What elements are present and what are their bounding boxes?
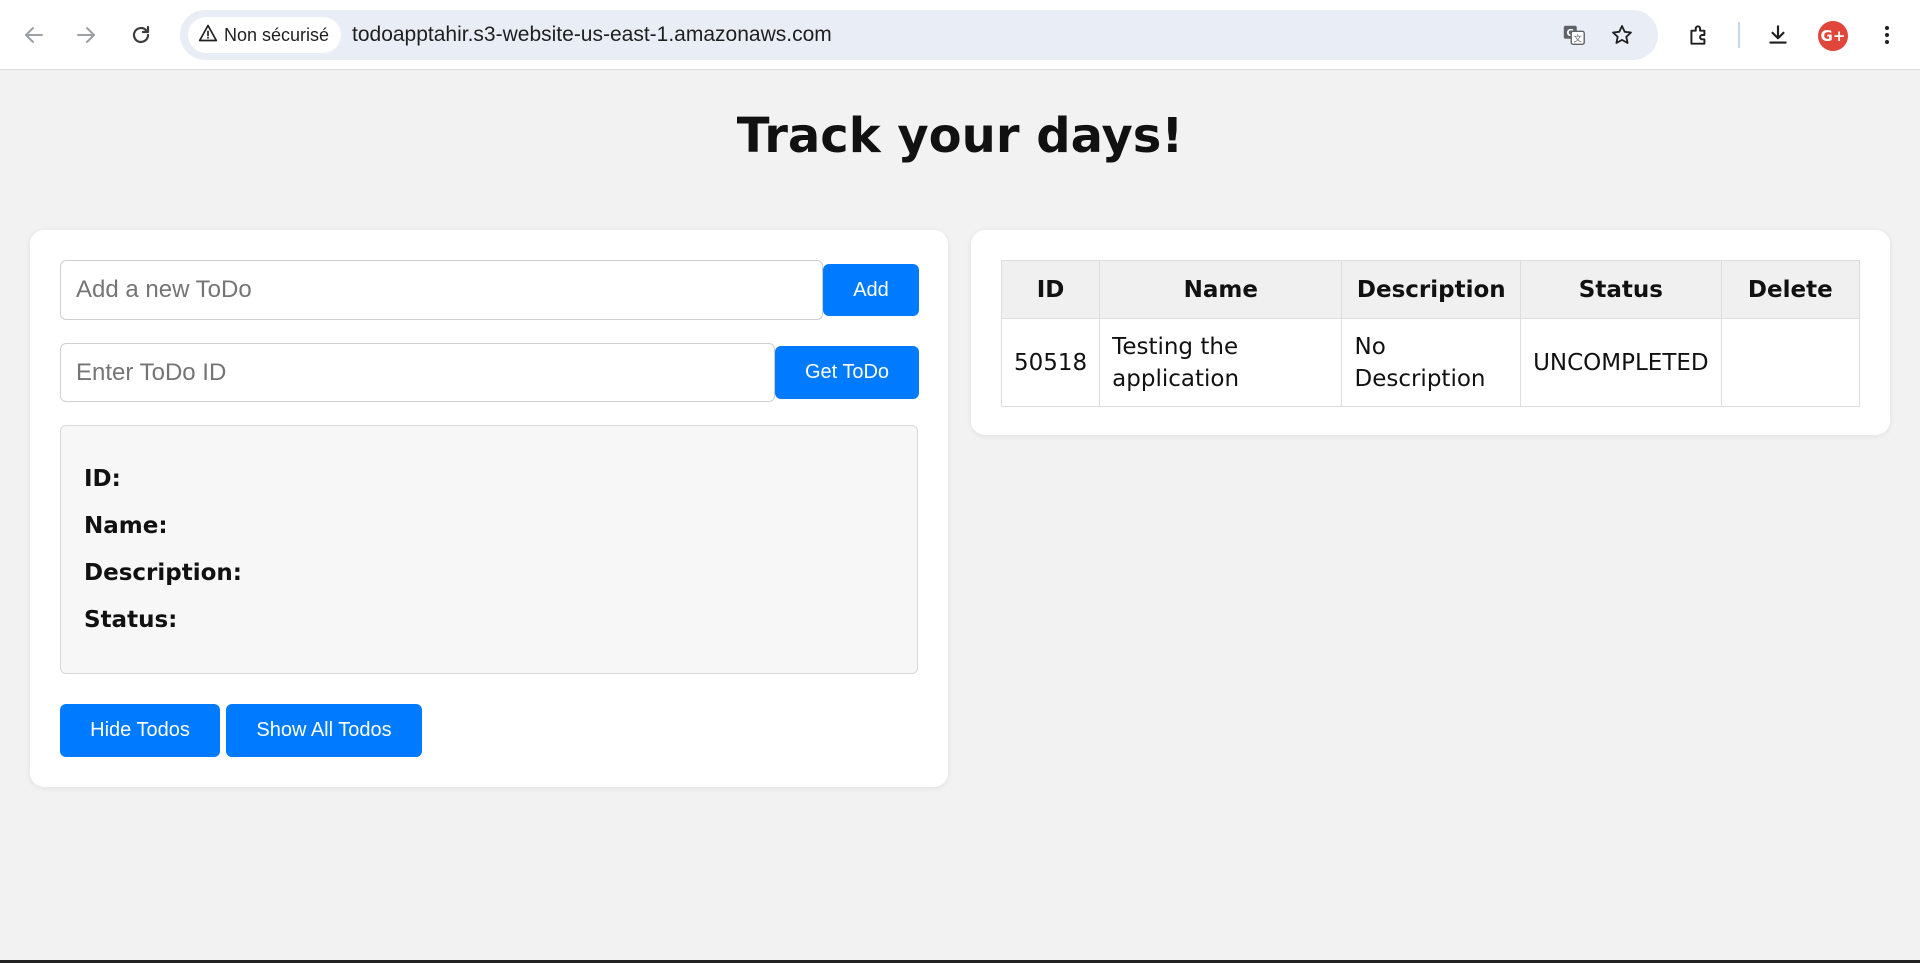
translate-icon[interactable]: G文 bbox=[1560, 21, 1588, 49]
todo-details-panel: ID: Name: Description: Status: bbox=[60, 425, 918, 674]
back-arrow-icon[interactable] bbox=[14, 15, 54, 55]
get-todo-button[interactable]: Get ToDo bbox=[775, 346, 919, 399]
reload-icon[interactable] bbox=[121, 15, 161, 55]
show-all-todos-button[interactable]: Show All Todos bbox=[226, 704, 422, 757]
security-label: Non sécurisé bbox=[224, 24, 330, 45]
kebab-menu-icon[interactable] bbox=[1870, 18, 1904, 52]
new-todo-input[interactable] bbox=[60, 260, 823, 320]
header-status: Status bbox=[1520, 260, 1722, 319]
profile-avatar[interactable]: G+ bbox=[1818, 21, 1848, 51]
page-title: Track your days! bbox=[736, 108, 1184, 164]
header-id: ID bbox=[1000, 260, 1101, 319]
cell-status: UNCOMPLETED bbox=[1520, 318, 1722, 407]
todo-controls-card: Add Get ToDo ID: Name: Description: Stat… bbox=[30, 230, 948, 787]
table-row: 50518 Testing the application No Descrip… bbox=[1000, 318, 1861, 407]
todo-list-card: ID Name Description Status Delete 50518 … bbox=[971, 230, 1890, 435]
todo-id-input[interactable] bbox=[60, 343, 775, 402]
toolbar-divider bbox=[1738, 22, 1740, 48]
warning-triangle-icon bbox=[198, 23, 218, 48]
header-delete: Delete bbox=[1720, 260, 1861, 319]
add-button[interactable]: Add bbox=[823, 264, 919, 316]
browser-toolbar: Non sécurisé todoapptahir.s3-website-us-… bbox=[0, 0, 1920, 70]
svg-text:文: 文 bbox=[1574, 34, 1583, 44]
detail-name-label: Name: bbox=[84, 513, 168, 539]
cell-description: No Description bbox=[1341, 318, 1522, 407]
address-bar[interactable]: Non sécurisé todoapptahir.s3-website-us-… bbox=[180, 10, 1658, 60]
security-chip[interactable]: Non sécurisé bbox=[188, 17, 342, 53]
extensions-icon[interactable] bbox=[1682, 18, 1716, 52]
header-name: Name bbox=[1099, 260, 1343, 319]
header-description: Description bbox=[1341, 260, 1522, 319]
detail-id-label: ID: bbox=[84, 466, 121, 492]
detail-status-label: Status: bbox=[84, 607, 178, 633]
cell-name: Testing the application bbox=[1099, 318, 1343, 407]
hide-todos-button[interactable]: Hide Todos bbox=[60, 704, 220, 757]
detail-description-label: Description: bbox=[84, 560, 242, 586]
todo-table: ID Name Description Status Delete 50518 … bbox=[1000, 260, 1861, 407]
download-icon[interactable] bbox=[1761, 18, 1795, 52]
url-text[interactable]: todoapptahir.s3-website-us-east-1.amazon… bbox=[352, 23, 832, 47]
star-icon[interactable] bbox=[1608, 21, 1636, 49]
cell-delete[interactable] bbox=[1720, 318, 1861, 407]
table-header-row: ID Name Description Status Delete bbox=[1000, 260, 1861, 319]
forward-arrow-icon[interactable] bbox=[66, 15, 106, 55]
cell-id: 50518 bbox=[1000, 318, 1101, 407]
